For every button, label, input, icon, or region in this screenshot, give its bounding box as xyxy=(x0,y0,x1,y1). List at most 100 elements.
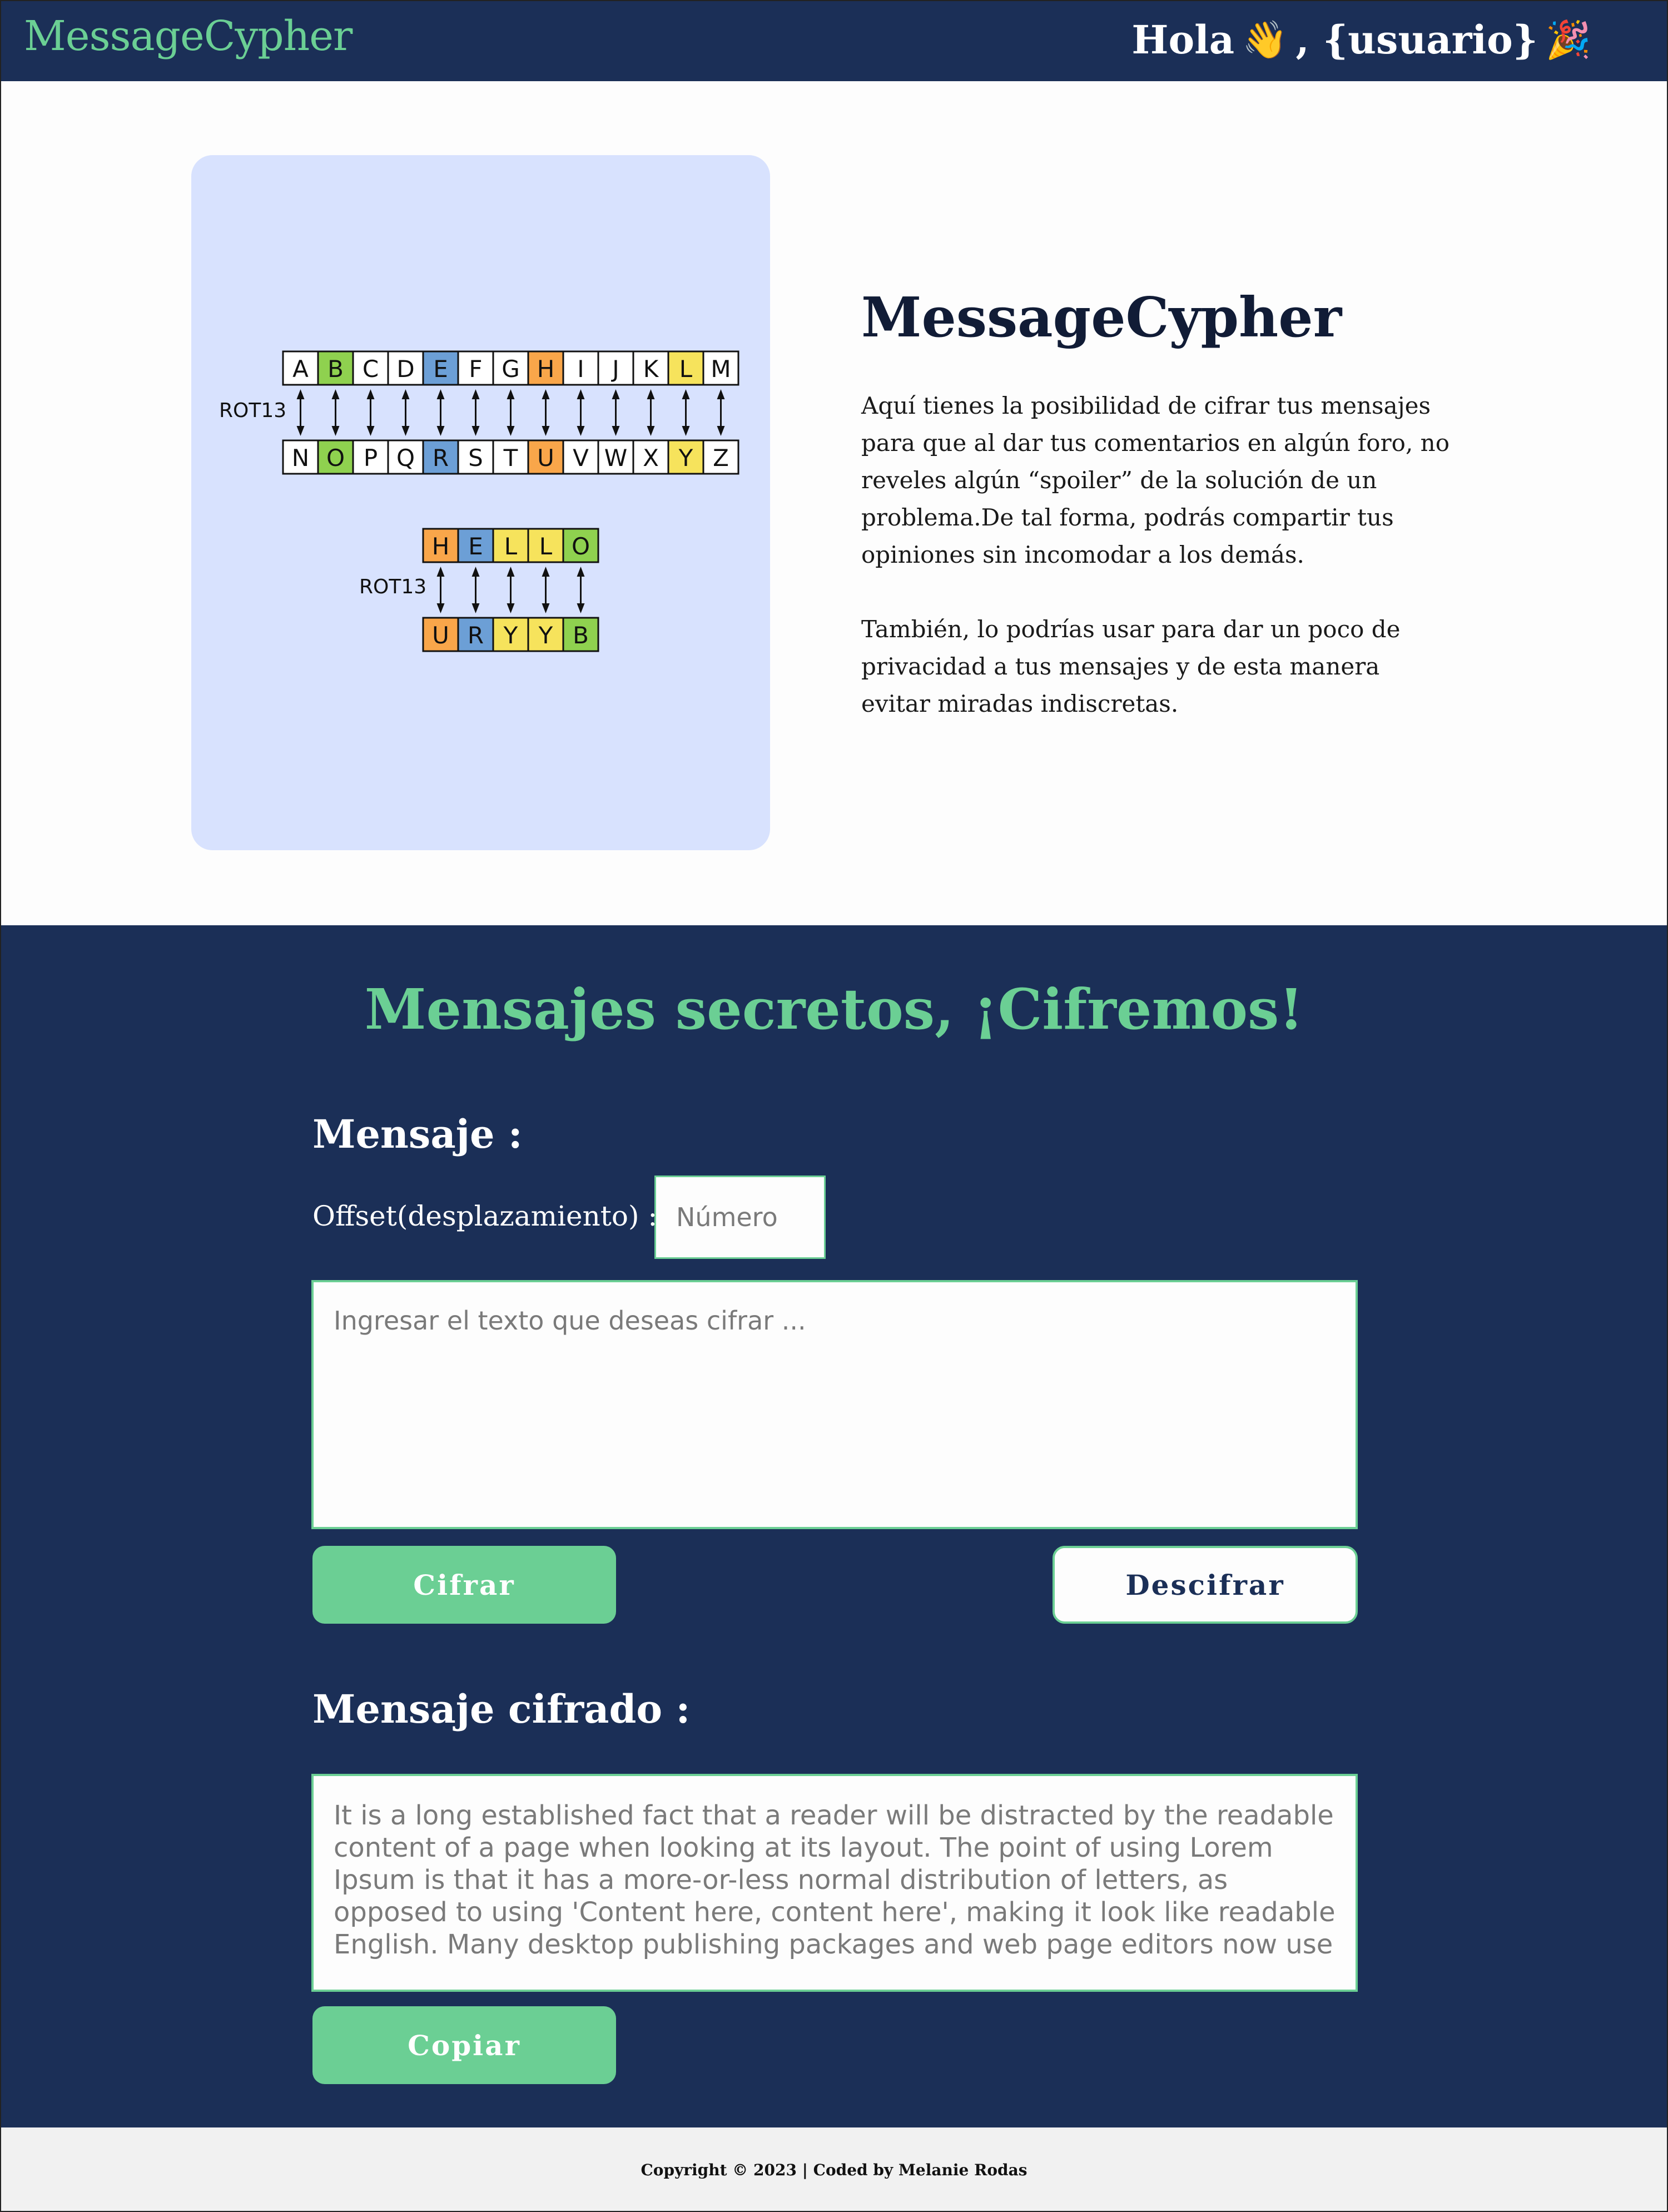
alphabet-top-letter: G xyxy=(502,355,520,383)
alphabet-bottom-letter: Q xyxy=(396,444,415,472)
alphabet-top-letter: E xyxy=(433,355,448,383)
word-top-letter: O xyxy=(572,533,590,560)
alphabet-arrowhead-down xyxy=(612,426,620,436)
alphabet-arrowhead-up xyxy=(647,389,655,399)
alphabet-bottom-letter: Z xyxy=(713,444,729,472)
alphabet-top-letter: H xyxy=(537,355,555,383)
hero-section: A B C D E F G H I J K L M N O P Q R S T U V W X Y Z ROT13 H E L L O U R Y Y… xyxy=(0,81,1668,925)
alphabet-bottom-letter: X xyxy=(643,444,659,472)
alphabet-top-letter: B xyxy=(327,355,344,383)
word-top-letter: L xyxy=(504,533,518,560)
offset-label: Offset(desplazamiento) : xyxy=(312,1200,658,1232)
alphabet-arrowhead-down xyxy=(507,426,515,436)
rot13-label: ROT13 xyxy=(219,399,286,422)
word-arrowhead-down xyxy=(471,603,480,613)
alphabet-arrowhead-down xyxy=(401,426,410,436)
alphabet-arrowhead-up xyxy=(331,389,340,399)
word-bottom-letter: B xyxy=(573,622,589,649)
hero-title: MessageCypher xyxy=(861,286,1342,350)
alphabet-top-letter: M xyxy=(711,355,731,383)
word-bottom-letter: R xyxy=(468,622,484,649)
alphabet-arrowhead-up xyxy=(401,389,410,399)
alphabet-arrowhead-down xyxy=(296,426,305,436)
hero-paragraph: También, lo podrías usar para dar un poc… xyxy=(861,616,1401,717)
alphabet-arrowhead-up xyxy=(366,389,375,399)
alphabet-top-letter: J xyxy=(610,355,619,383)
alphabet-arrowhead-down xyxy=(542,426,550,436)
alphabet-top-letter: K xyxy=(643,355,659,383)
alphabet-arrowhead-up xyxy=(471,389,480,399)
footer: Copyright © 2023 | Coded by Melanie Roda… xyxy=(0,2127,1668,2212)
greeting-text: Hola xyxy=(1131,17,1235,63)
alphabet-arrowhead-up xyxy=(436,389,445,399)
alphabet-arrowhead-down xyxy=(717,426,725,436)
message-label: Mensaje : xyxy=(312,1111,523,1157)
alphabet-arrowhead-down xyxy=(366,426,375,436)
alphabet-arrowhead-up xyxy=(296,389,305,399)
user-greeting: Hola 👋 , {usuario} 🎉 xyxy=(1131,17,1591,63)
hero-description: Aquí tienes la posibilidad de cifrar tus… xyxy=(861,387,1451,722)
brand-logo[interactable]: MessageCypher xyxy=(24,12,353,60)
alphabet-top-letter: F xyxy=(469,355,482,383)
word-arrowhead-down xyxy=(577,603,585,613)
word-top-letter: E xyxy=(468,533,483,560)
alphabet-arrowhead-up xyxy=(612,389,620,399)
word-bottom-letter: U xyxy=(432,622,449,649)
alphabet-top-letter: D xyxy=(396,355,414,383)
alphabet-bottom-letter: V xyxy=(573,444,589,472)
alphabet-arrowhead-down xyxy=(331,426,340,436)
alphabet-arrowhead-down xyxy=(436,426,445,436)
word-arrowhead-up xyxy=(436,567,445,577)
copy-button[interactable]: Copiar xyxy=(312,2006,616,2084)
section-title: Mensajes secretos, ¡Cifremos! xyxy=(364,976,1304,1042)
alphabet-arrowhead-down xyxy=(577,426,585,436)
word-arrowhead-down xyxy=(542,603,550,613)
word-arrowhead-down xyxy=(436,603,445,613)
alphabet-bottom-letter: Y xyxy=(678,444,693,472)
word-arrowhead-up xyxy=(577,567,585,577)
alphabet-arrowhead-up xyxy=(507,389,515,399)
word-top-letter: H xyxy=(432,533,450,560)
word-bottom-letter: Y xyxy=(538,622,553,649)
alphabet-bottom-letter: S xyxy=(468,444,483,472)
alphabet-bottom-letter: N xyxy=(292,444,309,472)
party-popper-icon: 🎉 xyxy=(1545,18,1591,61)
alphabet-bottom-letter: W xyxy=(604,444,628,472)
word-arrowhead-up xyxy=(507,567,515,577)
encrypt-button[interactable]: Cifrar xyxy=(312,1546,616,1624)
username-text: , {usuario} xyxy=(1295,17,1538,63)
alphabet-bottom-letter: P xyxy=(364,444,378,472)
alphabet-arrowhead-up xyxy=(542,389,550,399)
alphabet-top-letter: L xyxy=(679,355,693,383)
alphabet-arrowhead-down xyxy=(682,426,690,436)
cipher-section: Mensajes secretos, ¡Cifremos! Mensaje : … xyxy=(0,925,1668,2127)
alphabet-arrowhead-down xyxy=(471,426,480,436)
alphabet-arrowhead-down xyxy=(647,426,655,436)
alphabet-arrowhead-up xyxy=(717,389,725,399)
alphabet-bottom-letter: T xyxy=(503,444,518,472)
rot13-illustration: A B C D E F G H I J K L M N O P Q R S T U V W X Y Z ROT13 H E L L O U R Y Y… xyxy=(191,155,770,850)
alphabet-bottom-letter: U xyxy=(537,444,554,472)
word-arrowhead-up xyxy=(542,567,550,577)
word-top-letter: L xyxy=(539,533,553,560)
copyright-text: Copyright © 2023 | Coded by Melanie Roda… xyxy=(641,2160,1027,2179)
output-label: Mensaje cifrado : xyxy=(312,1686,691,1732)
alphabet-top-letter: A xyxy=(292,355,309,383)
rot13-label: ROT13 xyxy=(359,576,426,598)
word-arrowhead-up xyxy=(471,567,480,577)
top-navbar: MessageCypher Hola 👋 , {usuario} 🎉 xyxy=(0,0,1668,81)
alphabet-arrowhead-up xyxy=(682,389,690,399)
alphabet-top-letter: C xyxy=(363,355,379,383)
output-textarea[interactable]: It is a long established fact that a rea… xyxy=(311,1774,1358,1992)
word-arrowhead-down xyxy=(507,603,515,613)
message-textarea[interactable]: Ingresar el texto que deseas cifrar ... xyxy=(311,1280,1358,1529)
alphabet-arrowhead-up xyxy=(577,389,585,399)
word-bottom-letter: Y xyxy=(503,622,518,649)
decrypt-button[interactable]: Descifrar xyxy=(1053,1546,1358,1624)
offset-input[interactable]: Número xyxy=(654,1176,826,1259)
rot13-diagram: A B C D E F G H I J K L MN O P Q R S T U V W X Y ZROT13H E L L OU R Y Y… xyxy=(219,350,739,652)
alphabet-top-letter: I xyxy=(577,355,584,383)
hero-paragraph: Aquí tienes la posibilidad de cifrar tus… xyxy=(861,392,1449,568)
alphabet-bottom-letter: R xyxy=(433,444,449,472)
waving-hand-icon: 👋 xyxy=(1242,18,1288,61)
